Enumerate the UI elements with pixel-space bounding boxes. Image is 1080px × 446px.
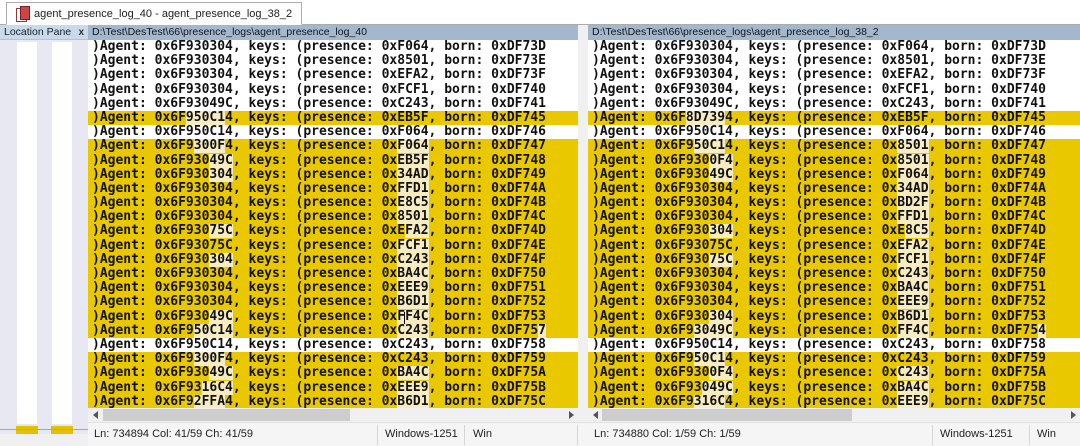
diff-line[interactable]: )Agent: 0x6F930304, keys: (presence: 0x8… xyxy=(88,210,578,225)
diff-line[interactable]: )Agent: 0x6F930304, keys: (presence: 0xB… xyxy=(588,281,1080,296)
winmerge-window: agent_presence_log_40 - agent_presence_l… xyxy=(0,0,1080,446)
diff-line[interactable]: )Agent: 0x6F93049C, keys: (presence: 0xE… xyxy=(88,153,578,168)
diff-line[interactable]: )Agent: 0x6F930304, keys: (presence: 0xF… xyxy=(88,40,578,54)
diff-line[interactable]: )Agent: 0x6F930304, keys: (presence: 0xE… xyxy=(588,224,1080,239)
diff-line[interactable]: )Agent: 0x6F9300F4, keys: (presence: 0xF… xyxy=(88,139,578,154)
left-encoding-status: Windows-1251 xyxy=(385,428,458,440)
tab-title: agent_presence_log_40 - agent_presence_l… xyxy=(34,7,293,20)
diff-line[interactable]: )Agent: 0x6F950C14, keys: (presence: 0xF… xyxy=(588,125,1080,139)
location-diff-marker-right[interactable] xyxy=(51,426,73,434)
diff-line[interactable]: )Agent: 0x6F9316C4, keys: (presence: 0xE… xyxy=(88,380,578,395)
left-pane-status: Ln: 734894 Col: 41/59 Ch: 41/59 Windows-… xyxy=(88,423,585,446)
right-file-content[interactable]: )Agent: 0x6F930304, keys: (presence: 0xF… xyxy=(588,40,1080,408)
scroll-left-arrow-icon[interactable] xyxy=(588,408,602,422)
diff-line[interactable]: )Agent: 0x6F93075C, keys: (presence: 0xE… xyxy=(88,224,578,239)
diff-line[interactable]: )Agent: 0x6F930304, keys: (presence: 0xE… xyxy=(88,196,578,211)
diff-line[interactable]: )Agent: 0x6F93075C, keys: (presence: 0xF… xyxy=(88,238,578,253)
diff-line[interactable]: )Agent: 0x6F8D7394, keys: (presence: 0xE… xyxy=(588,110,1080,126)
scroll-right-arrow-icon[interactable] xyxy=(1066,408,1080,422)
diff-line[interactable]: )Agent: 0x6F930304, keys: (presence: 0xB… xyxy=(588,196,1080,211)
right-eol-status: Win xyxy=(1037,428,1056,440)
diff-line[interactable]: )Agent: 0x6F92FFA4, keys: (presence: 0xB… xyxy=(88,394,578,408)
diff-line[interactable]: )Agent: 0x6F9316C4, keys: (presence: 0xE… xyxy=(588,394,1080,408)
diff-line[interactable]: )Agent: 0x6F930304, keys: (presence: 0xE… xyxy=(588,295,1080,310)
location-map-left-file[interactable] xyxy=(17,42,37,424)
diff-line[interactable]: )Agent: 0x6F950C14, keys: (presence: 0xE… xyxy=(88,110,578,126)
diff-line[interactable]: )Agent: 0x6F930304, keys: (presence: 0x3… xyxy=(88,167,578,182)
tab-bar: agent_presence_log_40 - agent_presence_l… xyxy=(0,0,1080,25)
diff-line[interactable]: )Agent: 0x6F930304, keys: (presence: 0xE… xyxy=(588,68,1080,82)
diff-line[interactable]: )Agent: 0x6F930304, keys: (presence: 0x8… xyxy=(588,54,1080,68)
right-encoding-status: Windows-1251 xyxy=(940,428,1013,440)
left-line-col-status: Ln: 734894 Col: 41/59 Ch: 41/59 xyxy=(94,428,254,440)
diff-line[interactable]: )Agent: 0x6F93049C, keys: (presence: 0xF… xyxy=(588,323,1080,338)
scroll-left-arrow-icon[interactable] xyxy=(88,408,102,422)
diff-line[interactable]: )Agent: 0x6F93049C, keys: (presence: 0xB… xyxy=(588,380,1080,395)
left-eol-status: Win xyxy=(473,428,492,440)
diff-line[interactable]: )Agent: 0x6F930304, keys: (presence: 0x8… xyxy=(88,54,578,68)
diff-line[interactable]: )Agent: 0x6F93049C, keys: (presence: 0xC… xyxy=(88,97,578,111)
diff-line[interactable]: )Agent: 0x6F93049C, keys: (presence: 0xC… xyxy=(588,97,1080,111)
diff-line[interactable]: )Agent: 0x6F930304, keys: (presence: 0xF… xyxy=(88,181,578,197)
scroll-right-arrow-icon[interactable] xyxy=(564,408,578,422)
diff-line[interactable]: )Agent: 0x6F93075C, keys: (presence: 0xE… xyxy=(588,238,1080,253)
right-file-pane: D:\Test\DesTest\66\presence_logs\agent_p… xyxy=(588,25,1080,422)
diff-line[interactable]: )Agent: 0x6F930304, keys: (presence: 0xF… xyxy=(588,83,1080,97)
right-pane-status: Ln: 734880 Col: 1/59 Ch: 1/59 Windows-12… xyxy=(585,423,1080,446)
diff-line[interactable]: )Agent: 0x6F930304, keys: (presence: 0xF… xyxy=(88,83,578,97)
diff-line[interactable]: )Agent: 0x6F930304, keys: (presence: 0xB… xyxy=(588,309,1080,324)
diff-line[interactable]: )Agent: 0x6F9300F4, keys: (presence: 0xC… xyxy=(88,352,578,367)
diff-line[interactable]: )Agent: 0x6F950C14, keys: (presence: 0x8… xyxy=(588,139,1080,154)
diff-line[interactable]: )Agent: 0x6F930304, keys: (presence: 0xB… xyxy=(88,295,578,310)
diff-line[interactable]: )Agent: 0x6F950C14, keys: (presence: 0xC… xyxy=(588,338,1080,352)
diff-line[interactable]: )Agent: 0x6F93075C, keys: (presence: 0xF… xyxy=(588,252,1080,267)
diff-line[interactable]: )Agent: 0x6F950C14, keys: (presence: 0xC… xyxy=(88,338,578,352)
diff-line[interactable]: )Agent: 0x6F930304, keys: (presence: 0xC… xyxy=(88,252,578,267)
location-view-position-line xyxy=(0,429,88,430)
winmerge-file-compare-icon xyxy=(16,6,30,22)
left-file-content[interactable]: )Agent: 0x6F930304, keys: (presence: 0xF… xyxy=(88,40,578,408)
right-horizontal-scrollbar[interactable] xyxy=(588,408,1080,422)
diff-line[interactable]: )Agent: 0x6F93049C, keys: (presence: 0xB… xyxy=(88,366,578,381)
diff-line[interactable]: )Agent: 0x6F93049C, keys: (presence: 0xF… xyxy=(88,309,578,324)
left-file-path-header: D:\Test\DesTest\66\presence_logs\agent_p… xyxy=(88,25,578,40)
diff-line[interactable]: )Agent: 0x6F930304, keys: (presence: 0xE… xyxy=(88,68,578,82)
diff-line[interactable]: )Agent: 0x6F93049C, keys: (presence: 0xF… xyxy=(588,167,1080,182)
left-file-pane: D:\Test\DesTest\66\presence_logs\agent_p… xyxy=(88,25,578,422)
location-pane-header: Location Pane x xyxy=(0,25,88,40)
pane-splitter[interactable] xyxy=(578,25,588,422)
diff-line[interactable]: )Agent: 0x6F930304, keys: (presence: 0xF… xyxy=(588,210,1080,225)
diff-line[interactable]: )Agent: 0x6F930304, keys: (presence: 0xE… xyxy=(88,281,578,296)
right-line-col-status: Ln: 734880 Col: 1/59 Ch: 1/59 xyxy=(594,428,741,440)
status-bar: Ln: 734894 Col: 41/59 Ch: 41/59 Windows-… xyxy=(88,422,1080,446)
location-pane-close-button[interactable]: x xyxy=(78,27,84,38)
location-map-right-file[interactable] xyxy=(52,42,72,424)
diff-line[interactable]: )Agent: 0x6F930304, keys: (presence: 0x3… xyxy=(588,181,1080,197)
diff-line[interactable]: )Agent: 0x6F930304, keys: (presence: 0xC… xyxy=(588,267,1080,282)
diff-line[interactable]: )Agent: 0x6F950C14, keys: (presence: 0xC… xyxy=(88,323,578,338)
diff-line[interactable]: )Agent: 0x6F950C14, keys: (presence: 0xC… xyxy=(588,352,1080,367)
location-pane-title: Location Pane xyxy=(4,26,72,38)
diff-line[interactable]: )Agent: 0x6F950C14, keys: (presence: 0xF… xyxy=(88,125,578,139)
location-diff-marker-left[interactable] xyxy=(16,426,38,434)
diff-line[interactable]: )Agent: 0x6F9300F4, keys: (presence: 0x8… xyxy=(588,153,1080,168)
diff-line[interactable]: )Agent: 0x6F930304, keys: (presence: 0xF… xyxy=(588,40,1080,54)
left-scrollbar-thumb[interactable] xyxy=(103,409,350,421)
right-file-path-header: D:\Test\DesTest\66\presence_logs\agent_p… xyxy=(588,25,1080,40)
left-horizontal-scrollbar[interactable] xyxy=(88,408,578,422)
diff-line[interactable]: )Agent: 0x6F930304, keys: (presence: 0xB… xyxy=(88,267,578,282)
diff-line[interactable]: )Agent: 0x6F9300F4, keys: (presence: 0xC… xyxy=(588,366,1080,381)
right-scrollbar-thumb[interactable] xyxy=(602,409,852,421)
location-pane: Location Pane x xyxy=(0,25,88,434)
compare-tab[interactable]: agent_presence_log_40 - agent_presence_l… xyxy=(6,2,303,25)
